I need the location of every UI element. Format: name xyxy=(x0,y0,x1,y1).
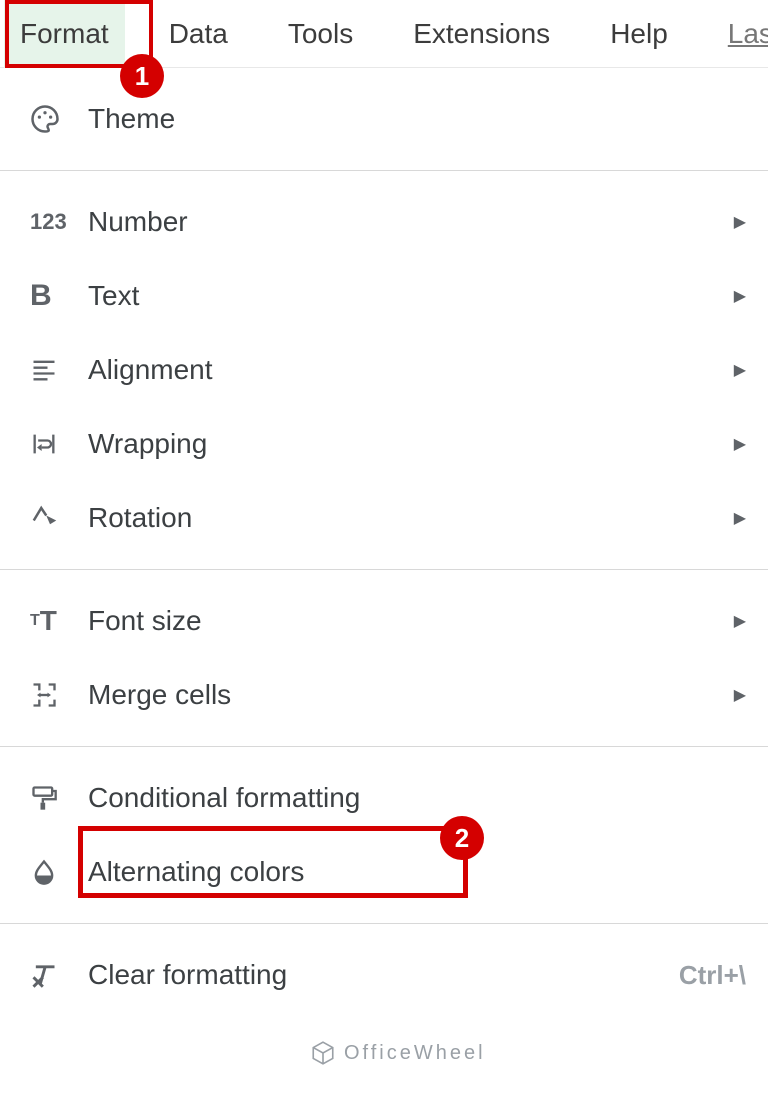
chevron-right-icon: ▶ xyxy=(734,434,746,454)
droplet-icon xyxy=(30,858,88,886)
menu-label: Font size xyxy=(88,605,734,637)
chevron-right-icon: ▶ xyxy=(734,286,746,306)
bold-icon: B xyxy=(30,279,88,313)
menu-label: Clear formatting xyxy=(88,959,679,991)
divider xyxy=(0,170,768,171)
menu-item-text[interactable]: B Text ▶ xyxy=(0,259,768,333)
menu-label: Conditional formatting xyxy=(88,782,746,814)
menu-extensions[interactable]: Extensions xyxy=(397,0,566,68)
divider xyxy=(0,923,768,924)
number-icon: 123 xyxy=(30,209,88,235)
chevron-right-icon: ▶ xyxy=(734,685,746,705)
watermark-icon xyxy=(310,1040,336,1066)
menubar: Format Data Tools Extensions Help Last xyxy=(0,0,768,68)
chevron-right-icon: ▶ xyxy=(734,360,746,380)
menu-item-number[interactable]: 123 Number ▶ xyxy=(0,185,768,259)
menu-item-font-size[interactable]: TT Font size ▶ xyxy=(0,584,768,658)
chevron-right-icon: ▶ xyxy=(734,611,746,631)
menu-item-conditional-formatting[interactable]: Conditional formatting xyxy=(0,761,768,835)
menu-label: Rotation xyxy=(88,502,734,534)
rotation-icon xyxy=(30,503,88,533)
menu-item-alignment[interactable]: Alignment ▶ xyxy=(0,333,768,407)
menu-label: Merge cells xyxy=(88,679,734,711)
divider xyxy=(0,569,768,570)
menu-item-merge-cells[interactable]: Merge cells ▶ xyxy=(0,658,768,732)
divider xyxy=(0,746,768,747)
shortcut-label: Ctrl+\ xyxy=(679,960,746,991)
align-icon xyxy=(30,356,88,384)
menu-help[interactable]: Help xyxy=(594,0,684,68)
menu-format[interactable]: Format xyxy=(4,0,125,68)
menu-label: Theme xyxy=(88,103,746,135)
format-dropdown: Theme 123 Number ▶ B Text ▶ Alignment ▶ … xyxy=(0,68,768,1012)
clear-format-icon xyxy=(30,961,88,989)
menu-item-wrapping[interactable]: Wrapping ▶ xyxy=(0,407,768,481)
menu-label: Wrapping xyxy=(88,428,734,460)
paint-roller-icon xyxy=(30,784,88,812)
menu-tools[interactable]: Tools xyxy=(272,0,369,68)
wrapping-icon xyxy=(30,430,88,458)
font-size-icon: TT xyxy=(30,605,88,637)
watermark-text: OfficeWheel xyxy=(344,1042,486,1065)
menu-label: Number xyxy=(88,206,734,238)
merge-cells-icon xyxy=(30,681,88,709)
palette-icon xyxy=(30,104,88,134)
menu-label: Alignment xyxy=(88,354,734,386)
menu-item-theme[interactable]: Theme xyxy=(0,82,768,156)
menu-item-alternating-colors[interactable]: Alternating colors xyxy=(0,835,768,909)
menu-last[interactable]: Last xyxy=(712,0,768,68)
menu-label: Alternating colors xyxy=(88,856,746,888)
menu-item-rotation[interactable]: Rotation ▶ xyxy=(0,481,768,555)
chevron-right-icon: ▶ xyxy=(734,508,746,528)
menu-data[interactable]: Data xyxy=(153,0,244,68)
watermark: OfficeWheel xyxy=(310,1040,486,1066)
chevron-right-icon: ▶ xyxy=(734,212,746,232)
menu-label: Text xyxy=(88,280,734,312)
menu-item-clear-formatting[interactable]: Clear formatting Ctrl+\ xyxy=(0,938,768,1012)
